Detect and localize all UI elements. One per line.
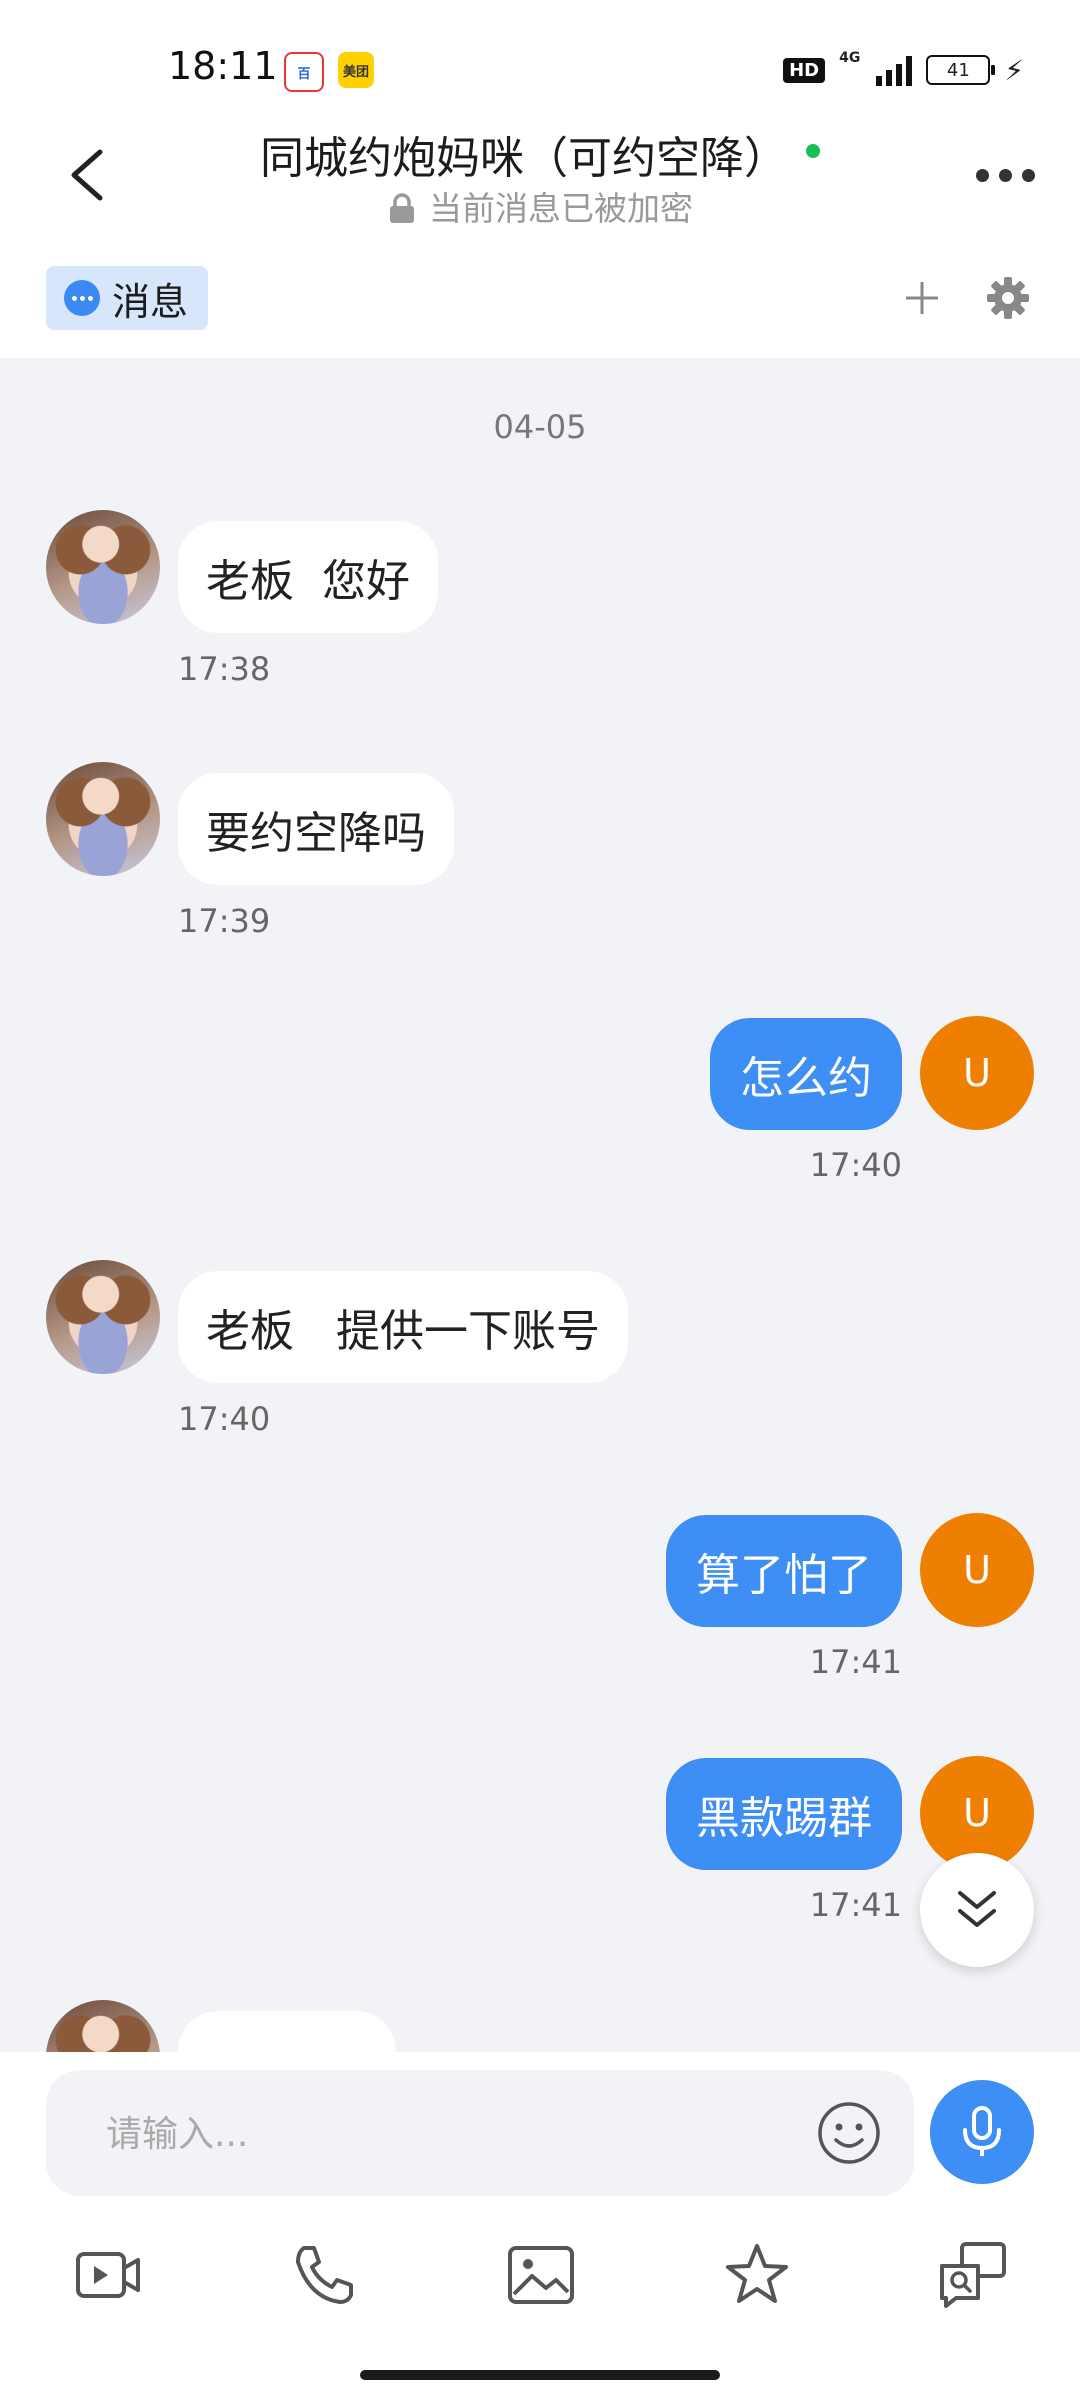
voice-input-button[interactable] bbox=[930, 2080, 1034, 2184]
message-time: 17:41 bbox=[809, 1886, 902, 1924]
chat-title: 同城约炮妈咪（可约空降） bbox=[0, 122, 1080, 186]
gear-icon bbox=[987, 277, 1029, 319]
add-tab-button[interactable] bbox=[900, 276, 944, 320]
encryption-text: 当前消息已被加密 bbox=[429, 189, 693, 228]
message-bubble-incoming[interactable]: 老板 您好 bbox=[178, 521, 438, 633]
phone-icon bbox=[296, 2246, 353, 2304]
video-icon bbox=[76, 2252, 140, 2298]
status-time: 18:11 bbox=[168, 44, 278, 88]
message-time: 17:40 bbox=[809, 1146, 902, 1184]
chevron-double-down-icon bbox=[958, 1891, 996, 1927]
image-icon bbox=[508, 2246, 574, 2304]
star-icon bbox=[726, 2244, 788, 2303]
contact-avatar[interactable] bbox=[46, 2000, 160, 2052]
settings-button[interactable] bbox=[984, 274, 1032, 322]
contact-avatar[interactable] bbox=[46, 510, 160, 624]
tab-messages[interactable]: 消息 bbox=[46, 266, 208, 330]
message-list[interactable]: 04-05 老板 您好 17:38 要约空降吗 17:39 U 怎么约 17:4… bbox=[0, 358, 1080, 2052]
my-avatar[interactable]: U bbox=[920, 1513, 1034, 1627]
chat-tab-bar: 消息 bbox=[0, 240, 1080, 358]
battery-level: 41 bbox=[946, 59, 970, 81]
microphone-icon bbox=[963, 2106, 1001, 2156]
voice-call-button[interactable] bbox=[290, 2240, 360, 2310]
plus-icon bbox=[906, 282, 938, 314]
message-bubble-incoming[interactable]: 老板 提供一下账号 bbox=[178, 1271, 628, 1383]
message-bubble-incoming-partial[interactable] bbox=[178, 2011, 396, 2052]
message-bubble-outgoing[interactable]: 怎么约 bbox=[710, 1018, 902, 1130]
message-time: 17:40 bbox=[178, 1400, 271, 1438]
meituan-app-icon: 美团 bbox=[338, 52, 374, 88]
message-input-box[interactable] bbox=[46, 2070, 914, 2198]
search-chat-button[interactable] bbox=[938, 2240, 1008, 2310]
hd-icon: HD bbox=[783, 57, 826, 83]
message-time: 17:38 bbox=[178, 650, 271, 688]
message-icon bbox=[64, 280, 100, 316]
charging-icon: ⚡ bbox=[1004, 53, 1024, 87]
chat-header: 同城约炮妈咪（可约空降） 当前消息已被加密 bbox=[0, 120, 1080, 240]
message-time: 17:41 bbox=[809, 1643, 902, 1681]
message-time: 17:39 bbox=[178, 902, 271, 940]
message-bubble-incoming[interactable]: 要约空降吗 bbox=[178, 773, 454, 885]
more-icon bbox=[975, 168, 989, 182]
chat-title-text: 同城约炮妈咪（可约空降） bbox=[260, 133, 788, 184]
home-indicator[interactable] bbox=[360, 2370, 720, 2380]
date-separator: 04-05 bbox=[493, 408, 587, 446]
battery-icon: 41 bbox=[926, 55, 996, 85]
encryption-notice: 当前消息已被加密 bbox=[0, 182, 1080, 230]
contact-avatar[interactable] bbox=[46, 1260, 160, 1374]
status-bar: 18:11 百 美团 HD 4G 41 ⚡ bbox=[0, 0, 1080, 120]
network-type: 4G bbox=[839, 50, 861, 66]
baidu-app-icon: 百 bbox=[284, 52, 324, 92]
tab-messages-label: 消息 bbox=[112, 279, 189, 324]
scroll-to-bottom-button[interactable] bbox=[920, 1853, 1034, 1967]
favorite-button[interactable] bbox=[722, 2240, 792, 2310]
video-call-button[interactable] bbox=[74, 2240, 144, 2310]
message-bubble-outgoing[interactable]: 黑款踢群 bbox=[666, 1758, 902, 1870]
signal-icon bbox=[876, 54, 913, 86]
lock-icon bbox=[390, 192, 414, 223]
composer bbox=[0, 2052, 1080, 2400]
emoji-button[interactable] bbox=[816, 2100, 882, 2166]
online-status-dot bbox=[806, 144, 820, 158]
emoji-icon bbox=[818, 2102, 880, 2164]
status-indicators: HD 4G 41 ⚡ bbox=[783, 50, 1024, 90]
search-chat-icon bbox=[940, 2242, 1006, 2308]
message-bubble-outgoing[interactable]: 算了怕了 bbox=[666, 1515, 902, 1627]
more-options-button[interactable] bbox=[970, 158, 1040, 192]
contact-avatar[interactable] bbox=[46, 762, 160, 876]
send-image-button[interactable] bbox=[506, 2240, 576, 2310]
message-input[interactable] bbox=[104, 2070, 808, 2198]
my-avatar[interactable]: U bbox=[920, 1016, 1034, 1130]
